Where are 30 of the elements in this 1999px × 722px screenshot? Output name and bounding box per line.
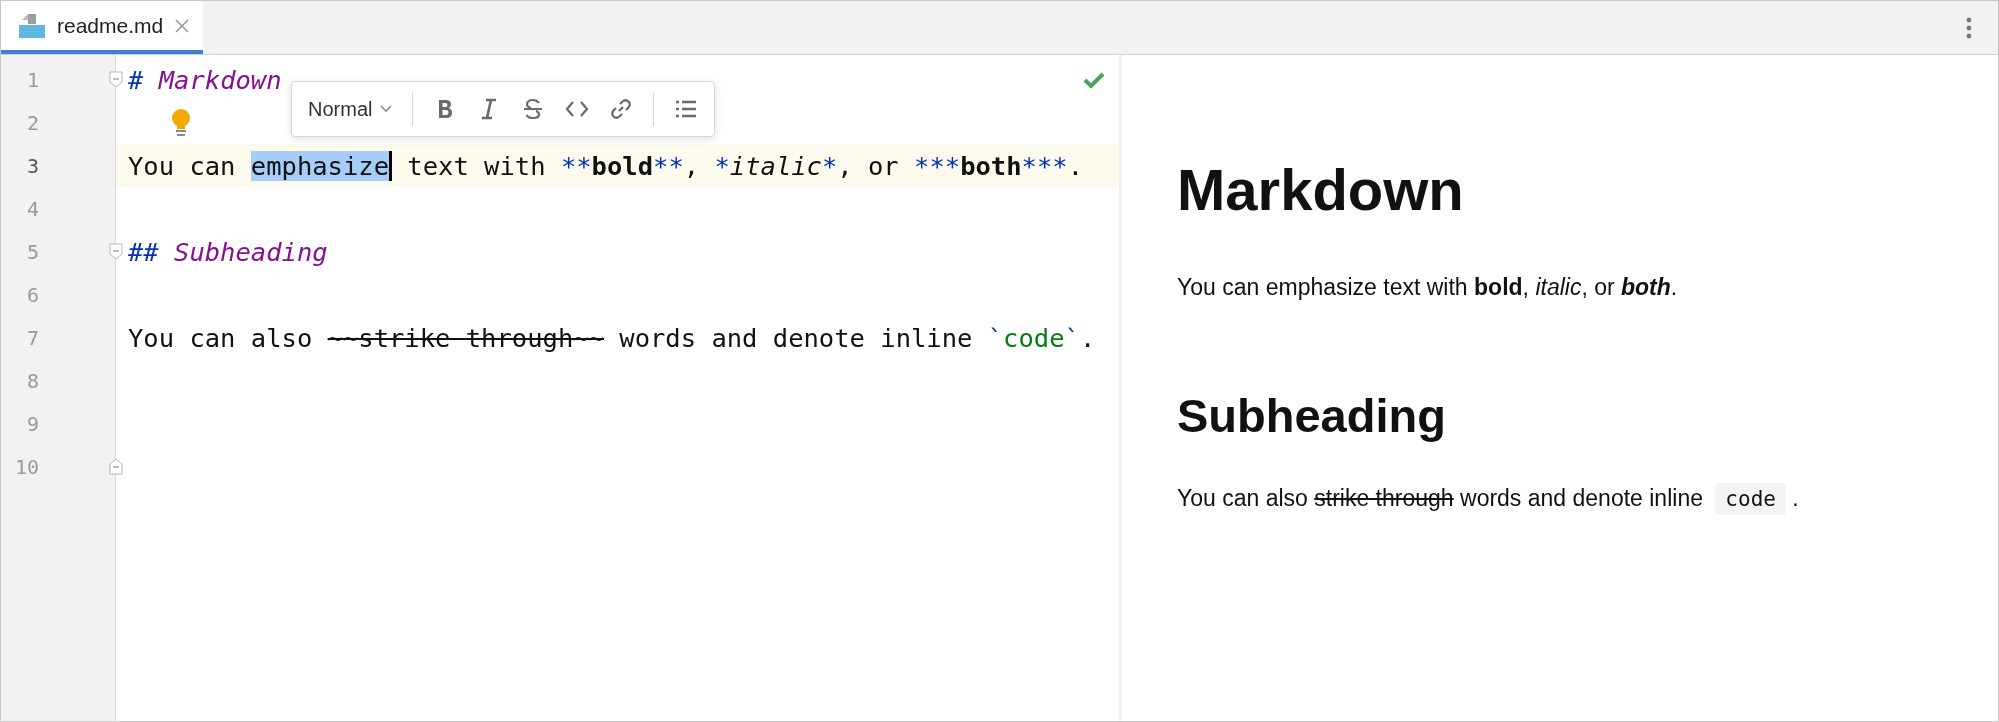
close-icon[interactable] — [175, 18, 190, 33]
lightbulb-icon[interactable] — [171, 108, 191, 137]
check-icon — [1083, 71, 1105, 89]
chevron-down-icon — [380, 105, 393, 113]
fold-marker-icon[interactable] — [109, 71, 123, 88]
line-number: 5 — [25, 239, 39, 264]
link-icon[interactable] — [609, 97, 634, 121]
file-tab[interactable]: readme.md — [1, 1, 204, 54]
line-number: 9 — [25, 411, 39, 436]
line-number: 3 — [25, 153, 39, 178]
paragraph: You can emphasize text with bold, italic, or both. — [1177, 273, 1679, 302]
fold-marker-icon[interactable] — [109, 458, 123, 475]
line-number: 4 — [25, 196, 39, 221]
line-number: 1 — [25, 67, 39, 92]
markdown-file-icon — [19, 13, 45, 38]
line-number: 8 — [25, 368, 39, 393]
style-dropdown[interactable]: Normal — [308, 97, 393, 121]
code-line: You can emphasize text with **bold**, *italic*, or ***both***. — [128, 150, 1083, 181]
fold-marker-icon[interactable] — [109, 243, 123, 260]
code-line: # Markdown — [128, 64, 282, 95]
code-line: You can also ~~strike through~~ words and denote inline `code`. — [128, 322, 1096, 353]
heading: Markdown — [1177, 156, 1465, 224]
line-number: 10 — [13, 454, 39, 479]
line-number: 2 — [25, 110, 39, 135]
line-number: 6 — [25, 282, 39, 307]
more-options-icon[interactable] — [1966, 16, 1972, 39]
subheading: Subheading — [1177, 388, 1447, 444]
paragraph: You can also strike through words and denote inline code . — [1177, 483, 1998, 514]
line-number: 7 — [25, 325, 39, 350]
code-line: ## Subheading — [128, 236, 328, 267]
